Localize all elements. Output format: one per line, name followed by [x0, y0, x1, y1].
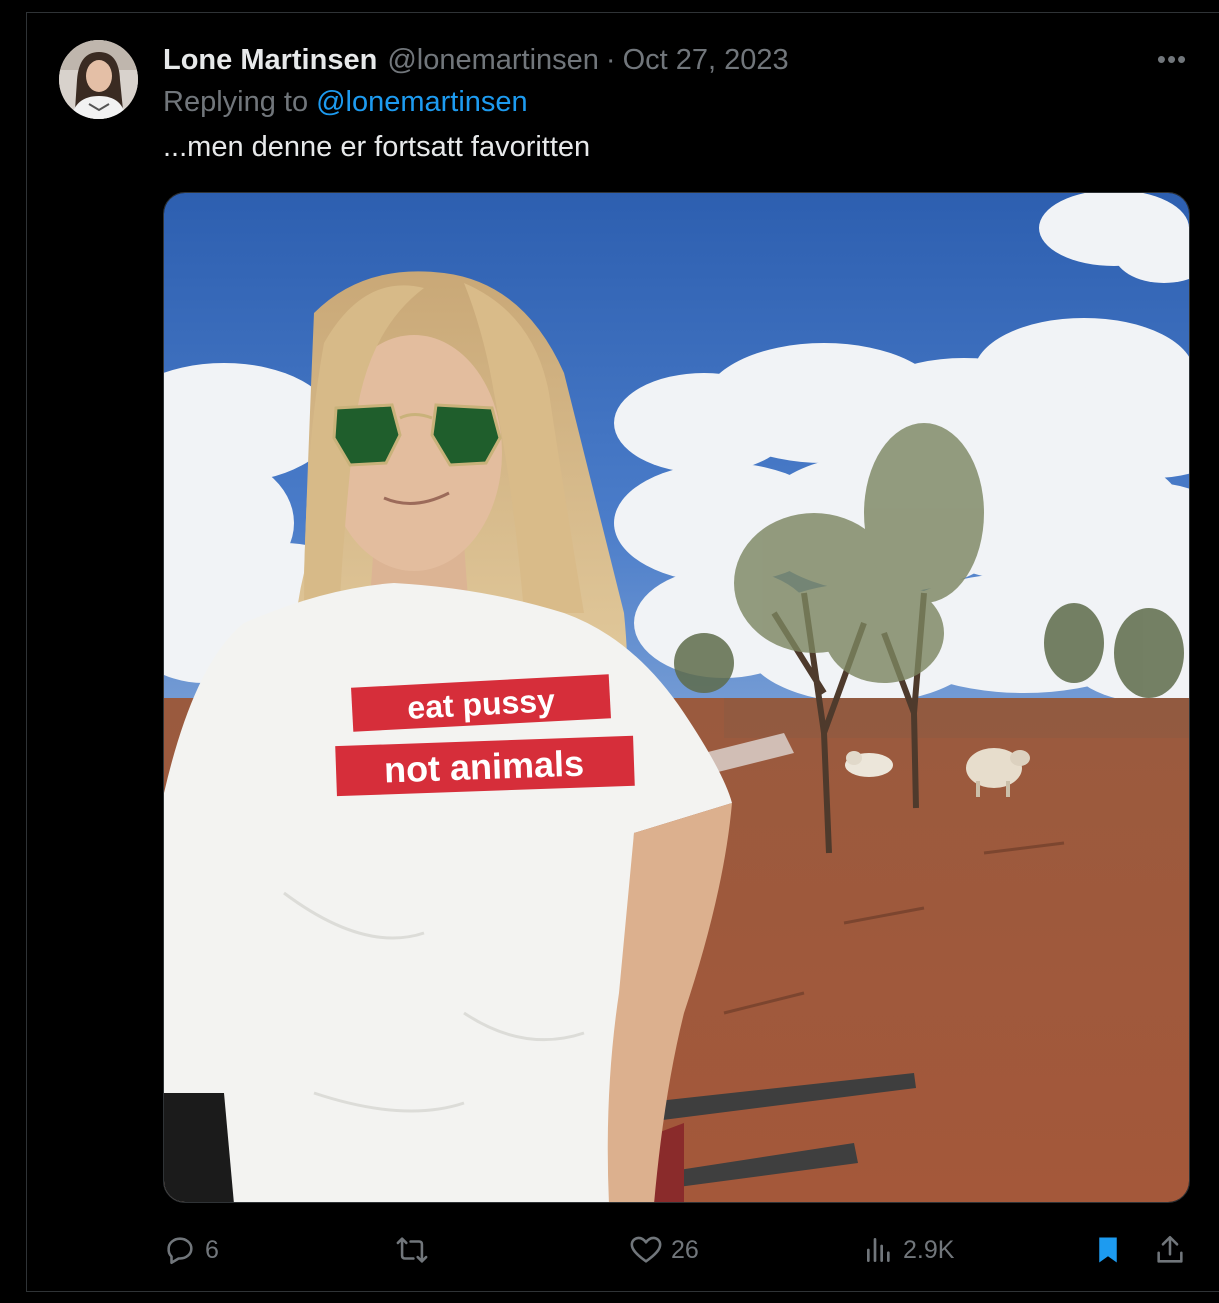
shirt-line-2: not animals — [383, 743, 584, 791]
separator-dot: · — [605, 43, 616, 76]
like-icon — [629, 1233, 663, 1267]
tweet-photo[interactable]: eat pussy not animals — [163, 192, 1190, 1203]
avatar[interactable] — [59, 40, 138, 119]
views-button[interactable]: 2.9K — [863, 1228, 954, 1272]
reply-icon — [163, 1233, 197, 1267]
replying-to: Replying to @lonemartinsen — [163, 86, 528, 119]
reply-count: 6 — [205, 1235, 219, 1264]
views-icon — [863, 1233, 895, 1267]
replying-to-label: Replying to — [163, 86, 309, 118]
tweet-header: Lone Martinsen @lonemartinsen · Oct 27, … — [163, 42, 789, 78]
replying-to-handle[interactable]: @lonemartinsen — [316, 86, 528, 118]
action-bar: 6 26 2.9K — [163, 1228, 1193, 1272]
tweet-text: ...men denne er fortsatt favoritten — [163, 131, 591, 163]
more-icon[interactable]: ••• — [1152, 44, 1192, 74]
bookmark-button[interactable] — [1093, 1228, 1123, 1272]
bookmark-icon — [1093, 1233, 1123, 1267]
display-name[interactable]: Lone Martinsen — [163, 44, 377, 77]
share-button[interactable] — [1153, 1228, 1187, 1272]
like-count: 26 — [671, 1235, 699, 1264]
repost-button[interactable] — [394, 1228, 438, 1272]
views-count: 2.9K — [903, 1235, 955, 1264]
share-icon — [1153, 1233, 1187, 1267]
like-button[interactable]: 26 — [629, 1228, 699, 1272]
tweet-date[interactable]: Oct 27, 2023 — [623, 44, 789, 77]
reply-button[interactable]: 6 — [163, 1228, 219, 1272]
repost-icon — [394, 1233, 430, 1267]
user-handle[interactable]: @lonemartinsen — [387, 44, 599, 77]
